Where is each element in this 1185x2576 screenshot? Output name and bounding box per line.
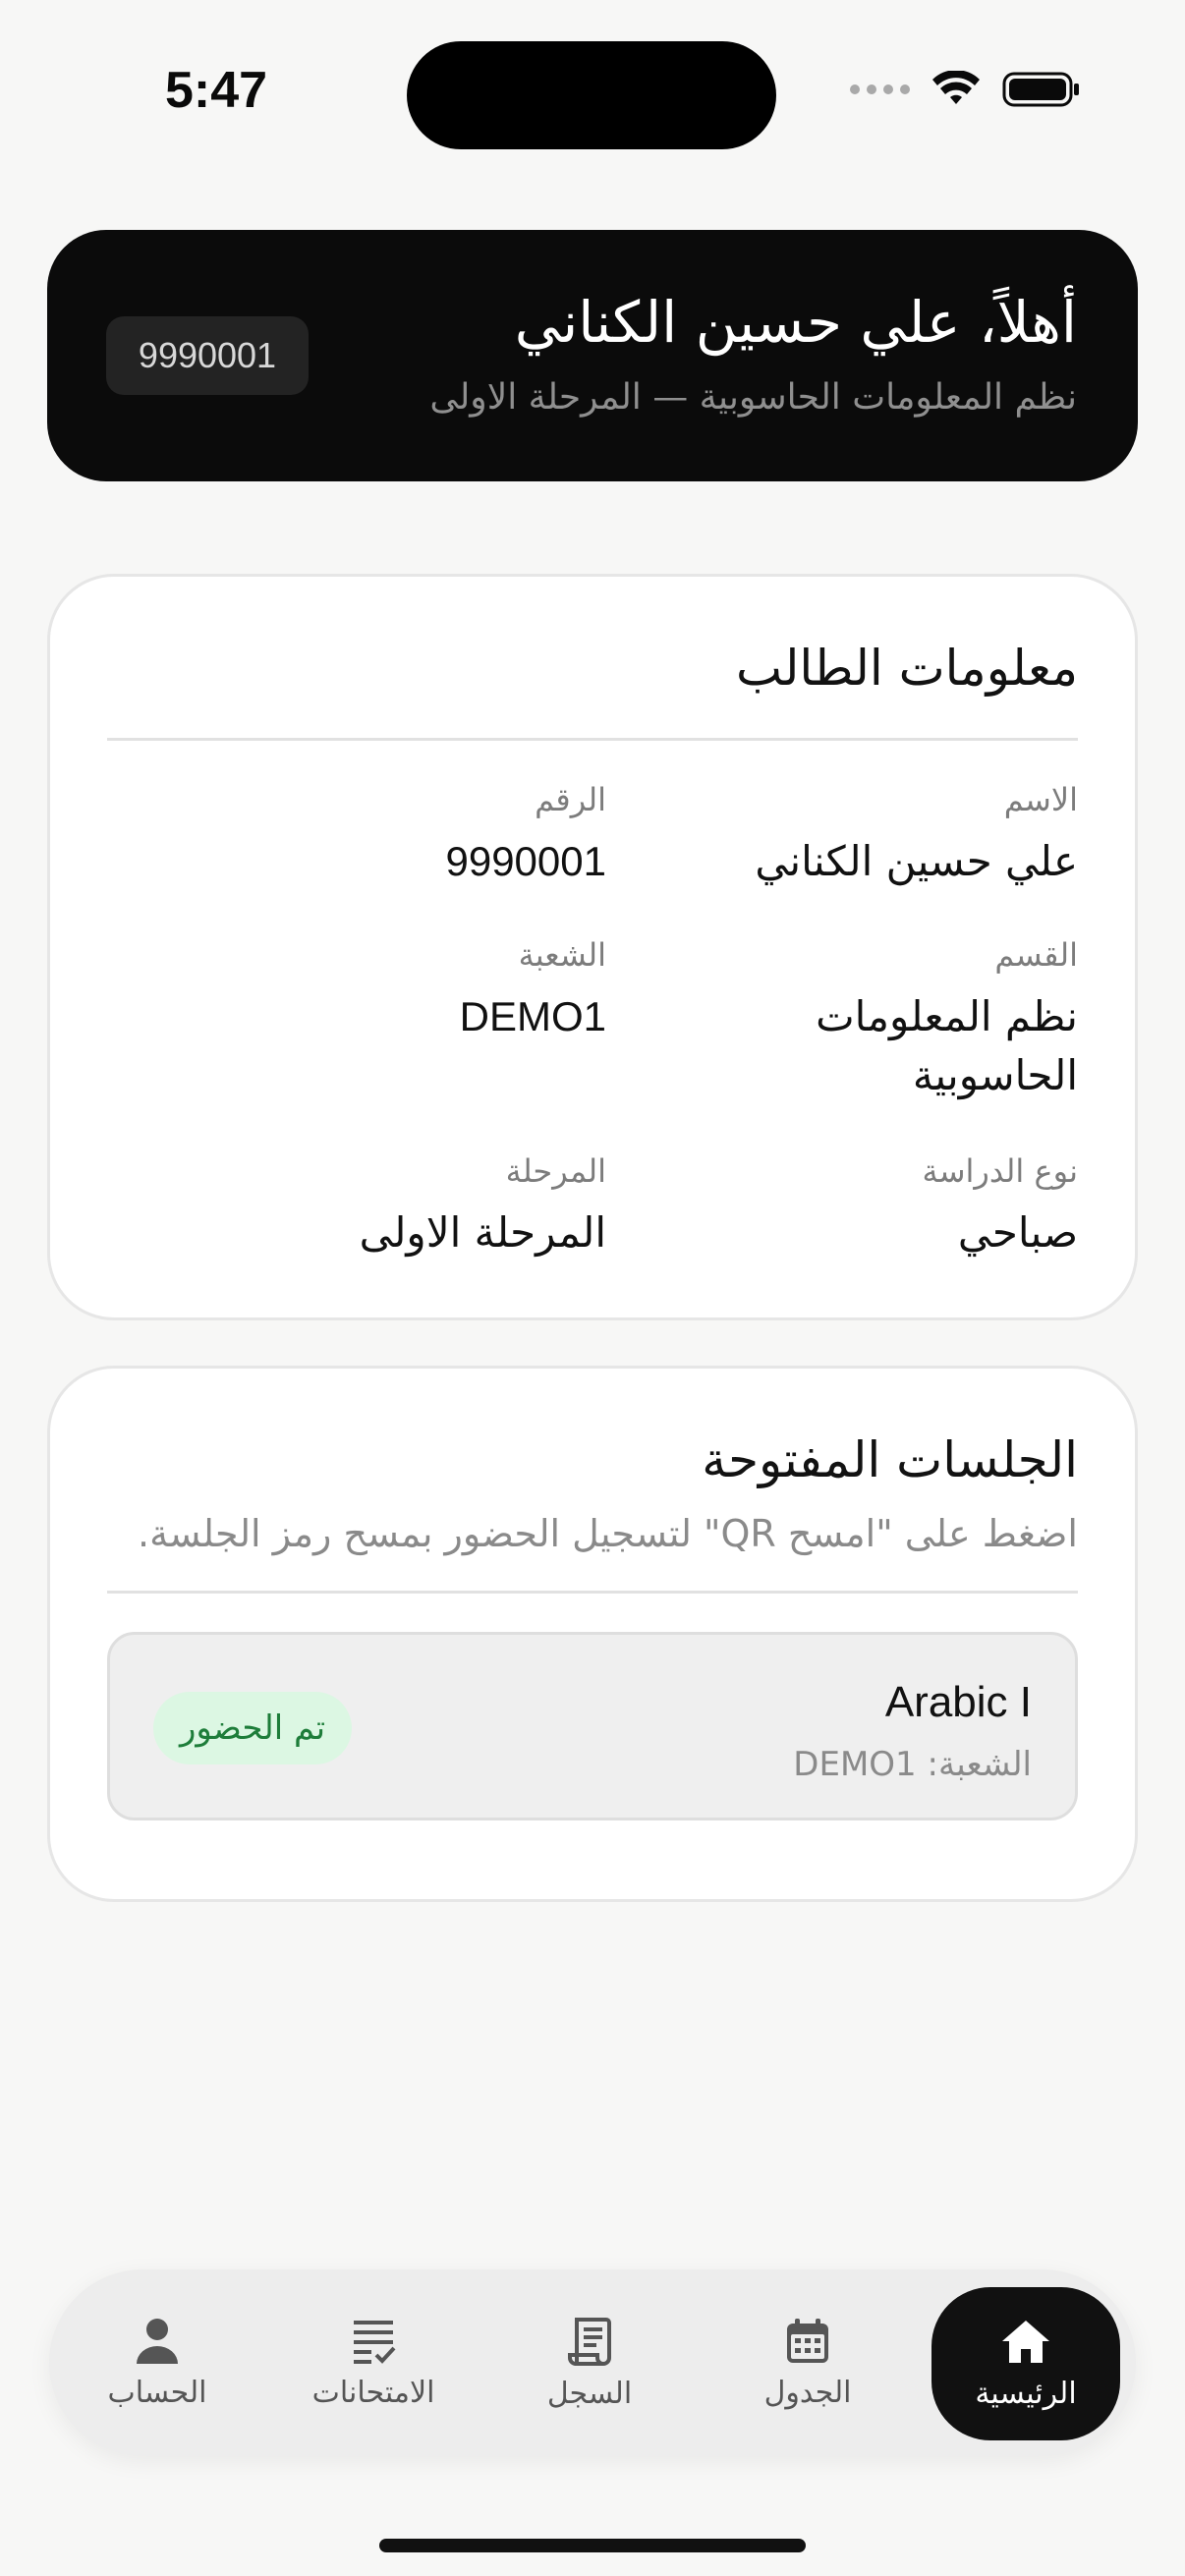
department-value: نظم المعلومات الحاسوبية — [816, 992, 1078, 1099]
greeting-subtitle: نظم المعلومات الحاسوبية — المرحلة الاولى — [429, 377, 1077, 418]
tab-home[interactable]: الرئيسية — [931, 2287, 1120, 2440]
session-branch: الشعبة: DEMO1 — [793, 1745, 1032, 1784]
attended-status-badge: تم الحضور — [153, 1692, 352, 1764]
dynamic-island — [407, 41, 776, 149]
bottom-tab-bar: الرئيسية الجدول السجل الامتحانات الحساب — [49, 2269, 1136, 2456]
student-info-card: معلومات الطالب الاسم علي حسين الكناني ال… — [47, 574, 1138, 1320]
battery-icon — [1002, 72, 1079, 107]
tab-schedule[interactable]: الجدول — [719, 2269, 896, 2456]
greeting-title: أهلاً، علي حسين الكناني — [514, 289, 1077, 356]
divider — [107, 738, 1078, 741]
checklist-icon — [354, 2320, 396, 2364]
tab-record[interactable]: السجل — [501, 2269, 678, 2456]
calendar-icon — [787, 2318, 828, 2363]
status-time: 5:47 — [165, 62, 268, 119]
tab-account[interactable]: الحساب — [69, 2269, 246, 2456]
stage-label: المرحلة — [505, 1152, 606, 1190]
tab-record-label: السجل — [546, 2376, 633, 2411]
signal-icon — [850, 84, 910, 94]
student-info-title: معلومات الطالب — [736, 640, 1078, 697]
app-screen: 5:47 أهلاً، علي حسين الكناني نظم المعلوم… — [0, 0, 1185, 2576]
tab-account-label: الحساب — [107, 2375, 207, 2410]
branch-value: DEMO1 — [459, 993, 606, 1039]
open-sessions-title: الجلسات المفتوحة — [702, 1431, 1078, 1488]
study-type-value: صباحي — [957, 1208, 1078, 1257]
study-type-label: نوع الدراسة — [922, 1152, 1078, 1190]
number-value: 9990001 — [445, 838, 606, 884]
session-course-name: Arabic I — [884, 1678, 1032, 1726]
session-item[interactable]: Arabic I الشعبة: DEMO1 تم الحضور — [107, 1632, 1078, 1820]
home-icon — [1002, 2320, 1049, 2363]
branch-label: الشعبة — [518, 936, 606, 974]
open-sessions-card: الجلسات المفتوحة اضغط على "امسح QR" لتسج… — [47, 1366, 1138, 1902]
receipt-icon — [568, 2317, 611, 2366]
divider — [107, 1591, 1078, 1594]
person-icon — [137, 2318, 178, 2364]
tab-schedule-label: الجدول — [763, 2375, 852, 2410]
home-indicator[interactable] — [379, 2539, 806, 2552]
welcome-header: أهلاً، علي حسين الكناني نظم المعلومات ال… — [47, 230, 1138, 481]
wifi-icon — [932, 71, 980, 104]
tab-home-label: الرئيسية — [975, 2376, 1077, 2411]
open-sessions-hint: اضغط على "امسح QR" لتسجيل الحضور بمسح رم… — [138, 1512, 1078, 1555]
number-label: الرقم — [535, 781, 606, 818]
student-id-badge: 9990001 — [106, 316, 309, 395]
tab-exams[interactable]: الامتحانات — [285, 2269, 462, 2456]
name-value: علي حسين الكناني — [755, 837, 1078, 885]
tab-exams-label: الامتحانات — [311, 2375, 435, 2410]
stage-value: المرحلة الاولى — [359, 1208, 606, 1257]
department-label: القسم — [994, 936, 1078, 974]
name-label: الاسم — [1003, 781, 1078, 818]
status-indicators — [850, 71, 1081, 108]
